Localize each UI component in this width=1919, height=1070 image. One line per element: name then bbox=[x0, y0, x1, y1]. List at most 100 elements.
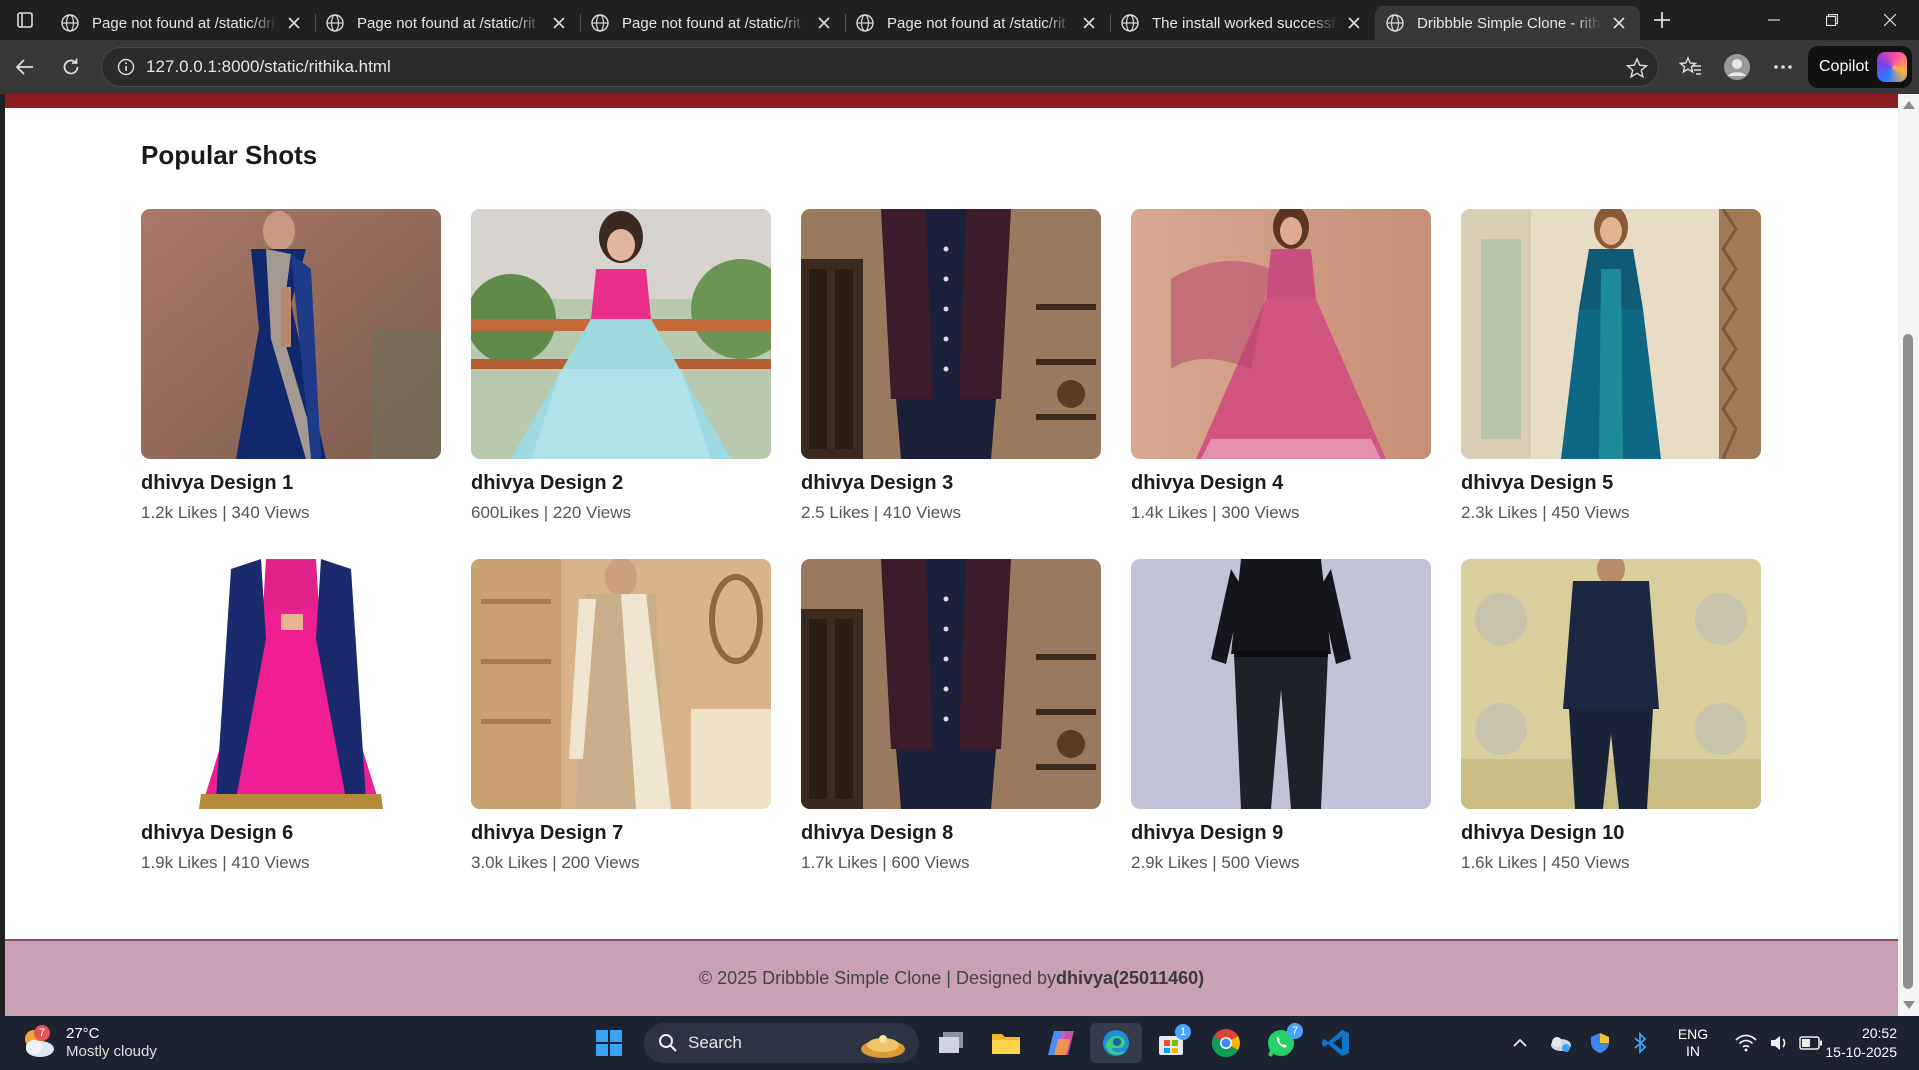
shot-card[interactable]: dhivya Design 6 1.9k Likes | 410 Views bbox=[141, 559, 441, 880]
profile-button[interactable] bbox=[1714, 44, 1760, 90]
minimize-button[interactable] bbox=[1745, 0, 1803, 40]
taskbar-search[interactable]: Search bbox=[644, 1023, 919, 1063]
url-text[interactable]: 127.0.0.1:8000/static/rithika.html bbox=[146, 57, 391, 77]
shot-card[interactable]: dhivya Design 5 2.3k Likes | 450 Views bbox=[1461, 209, 1761, 530]
tab-title: Page not found at /static/rit bbox=[622, 14, 801, 32]
favorite-star-icon[interactable] bbox=[1625, 57, 1649, 84]
security-shield-icon[interactable] bbox=[1580, 1032, 1620, 1054]
shot-card[interactable]: dhivya Design 7 3.0k Likes | 200 Views bbox=[471, 559, 771, 880]
scrollbar-thumb[interactable] bbox=[1903, 334, 1913, 989]
browser-tab-active[interactable]: Dribbble Simple Clone - rith bbox=[1375, 6, 1640, 40]
volume-icon[interactable] bbox=[1766, 1034, 1794, 1052]
tab-actions-button[interactable] bbox=[0, 0, 50, 40]
pink-anarkali-photo[interactable] bbox=[1131, 209, 1431, 459]
shot-title[interactable]: dhivya Design 5 bbox=[1461, 472, 1761, 495]
reload-button[interactable] bbox=[48, 44, 94, 90]
shot-stats: 2.3k Likes | 450 Views bbox=[1461, 503, 1630, 522]
girl-tulle-gown-photo[interactable] bbox=[471, 209, 771, 459]
site-info-icon[interactable] bbox=[106, 58, 146, 76]
weather-widget[interactable]: 7 27°C Mostly cloudy bbox=[20, 1025, 157, 1061]
more-menu-button[interactable] bbox=[1760, 44, 1806, 90]
browser-tab[interactable]: Page not found at /static/rit bbox=[845, 6, 1110, 40]
back-arrow-icon bbox=[15, 59, 33, 75]
page-viewport: Popular Shots dhivya Design 1 1.2k Likes… bbox=[5, 94, 1898, 1016]
scroll-up-arrow-icon[interactable] bbox=[1903, 101, 1915, 109]
bluetooth-icon[interactable] bbox=[1620, 1032, 1660, 1054]
clock-time: 20:52 bbox=[1861, 1025, 1897, 1041]
microsoft-store-button[interactable]: 1 bbox=[1145, 1023, 1197, 1063]
battery-icon[interactable] bbox=[1794, 1036, 1828, 1050]
close-window-button[interactable] bbox=[1861, 0, 1919, 40]
shot-title[interactable]: dhivya Design 10 bbox=[1461, 822, 1761, 845]
close-tab-icon[interactable] bbox=[1343, 12, 1365, 34]
start-button[interactable] bbox=[583, 1023, 635, 1063]
shot-title[interactable]: dhivya Design 4 bbox=[1131, 472, 1431, 495]
shot-title[interactable]: dhivya Design 8 bbox=[801, 822, 1101, 845]
favorites-button[interactable] bbox=[1668, 44, 1714, 90]
shot-title[interactable]: dhivya Design 6 bbox=[141, 822, 441, 845]
shot-stats: 1.4k Likes | 300 Views bbox=[1131, 503, 1300, 522]
language-indicator[interactable]: ENG IN bbox=[1668, 1026, 1718, 1060]
indo-western-jacket-photo[interactable] bbox=[801, 559, 1101, 809]
minimize-icon bbox=[1768, 19, 1780, 21]
shot-title[interactable]: dhivya Design 9 bbox=[1131, 822, 1431, 845]
new-tab-button[interactable] bbox=[1640, 0, 1684, 40]
browser-tab[interactable]: Page not found at /static/dri bbox=[50, 6, 315, 40]
clock-date: 15-10-2025 bbox=[1825, 1044, 1897, 1060]
store-badge: 1 bbox=[1175, 1024, 1191, 1040]
search-icon bbox=[659, 1034, 677, 1052]
black-shirt-trousers-photo[interactable] bbox=[1131, 559, 1431, 809]
onedrive-icon[interactable] bbox=[1540, 1034, 1580, 1052]
sherwani-shawl-photo[interactable] bbox=[471, 559, 771, 809]
close-tab-icon[interactable] bbox=[283, 12, 305, 34]
edge-button[interactable] bbox=[1090, 1023, 1142, 1063]
show-hidden-icons-button[interactable] bbox=[1500, 1038, 1540, 1048]
close-tab-icon[interactable] bbox=[548, 12, 570, 34]
whatsapp-button[interactable]: 7 bbox=[1255, 1023, 1307, 1063]
restore-button[interactable] bbox=[1803, 0, 1861, 40]
shot-card[interactable]: dhivya Design 3 2.5 Likes | 410 Views bbox=[801, 209, 1101, 530]
copilot-button[interactable]: Copilot bbox=[1808, 46, 1912, 88]
wifi-icon[interactable] bbox=[1726, 1034, 1766, 1052]
indo-western-jacket-photo[interactable] bbox=[801, 209, 1101, 459]
system-clock[interactable]: 20:52 15-10-2025 bbox=[1825, 1024, 1897, 1062]
navy-saree-photo[interactable] bbox=[141, 209, 441, 459]
favorites-list-icon bbox=[1679, 56, 1701, 75]
vscode-button[interactable] bbox=[1310, 1023, 1362, 1063]
shot-title[interactable]: dhivya Design 3 bbox=[801, 472, 1101, 495]
shot-stats: 2.5 Likes | 410 Views bbox=[801, 503, 962, 522]
shot-card[interactable]: dhivya Design 9 2.9k Likes | 500 Views bbox=[1131, 559, 1431, 880]
navy-bandhgala-photo[interactable] bbox=[1461, 559, 1761, 809]
close-tab-icon[interactable] bbox=[1078, 12, 1100, 34]
task-view-button[interactable] bbox=[925, 1023, 977, 1063]
copilot-app-button[interactable] bbox=[1035, 1023, 1087, 1063]
browser-tab-strip: Page not found at /static/dri Page not f… bbox=[0, 0, 1919, 40]
pink-anarkali-dupatta-photo[interactable] bbox=[141, 559, 441, 809]
shot-card[interactable]: dhivya Design 1 1.2k Likes | 340 Views bbox=[141, 209, 441, 530]
globe-icon bbox=[591, 14, 609, 32]
page-scrollbar[interactable] bbox=[1898, 94, 1919, 1016]
shot-title[interactable]: dhivya Design 1 bbox=[141, 472, 441, 495]
chrome-button[interactable] bbox=[1200, 1023, 1252, 1063]
weather-badge: 7 bbox=[34, 1025, 50, 1041]
browser-tab[interactable]: Page not found at /static/rit bbox=[580, 6, 845, 40]
shot-stats: 1.2k Likes | 340 Views bbox=[141, 503, 310, 522]
close-tab-icon[interactable] bbox=[1608, 12, 1630, 34]
browser-tab[interactable]: The install worked successfu bbox=[1110, 6, 1375, 40]
tab-title: Page not found at /static/rit bbox=[887, 14, 1066, 32]
browser-tab[interactable]: Page not found at /static/rit bbox=[315, 6, 580, 40]
shot-card[interactable]: dhivya Design 10 1.6k Likes | 450 Views bbox=[1461, 559, 1761, 880]
whatsapp-badge: 7 bbox=[1287, 1023, 1303, 1039]
shot-card[interactable]: dhivya Design 2 600Likes | 220 Views bbox=[471, 209, 771, 530]
shot-card[interactable]: dhivya Design 4 1.4k Likes | 300 Views bbox=[1131, 209, 1431, 530]
address-bar[interactable]: 127.0.0.1:8000/static/rithika.html bbox=[101, 47, 1659, 87]
teal-jacket-dress-photo[interactable] bbox=[1461, 209, 1761, 459]
close-tab-icon[interactable] bbox=[813, 12, 835, 34]
back-button[interactable] bbox=[2, 44, 48, 90]
shot-title[interactable]: dhivya Design 7 bbox=[471, 822, 771, 845]
scroll-down-arrow-icon[interactable] bbox=[1903, 1001, 1915, 1009]
shot-stats: 1.7k Likes | 600 Views bbox=[801, 853, 970, 872]
shot-card[interactable]: dhivya Design 8 1.7k Likes | 600 Views bbox=[801, 559, 1101, 880]
file-explorer-button[interactable] bbox=[980, 1023, 1032, 1063]
shot-title[interactable]: dhivya Design 2 bbox=[471, 472, 771, 495]
